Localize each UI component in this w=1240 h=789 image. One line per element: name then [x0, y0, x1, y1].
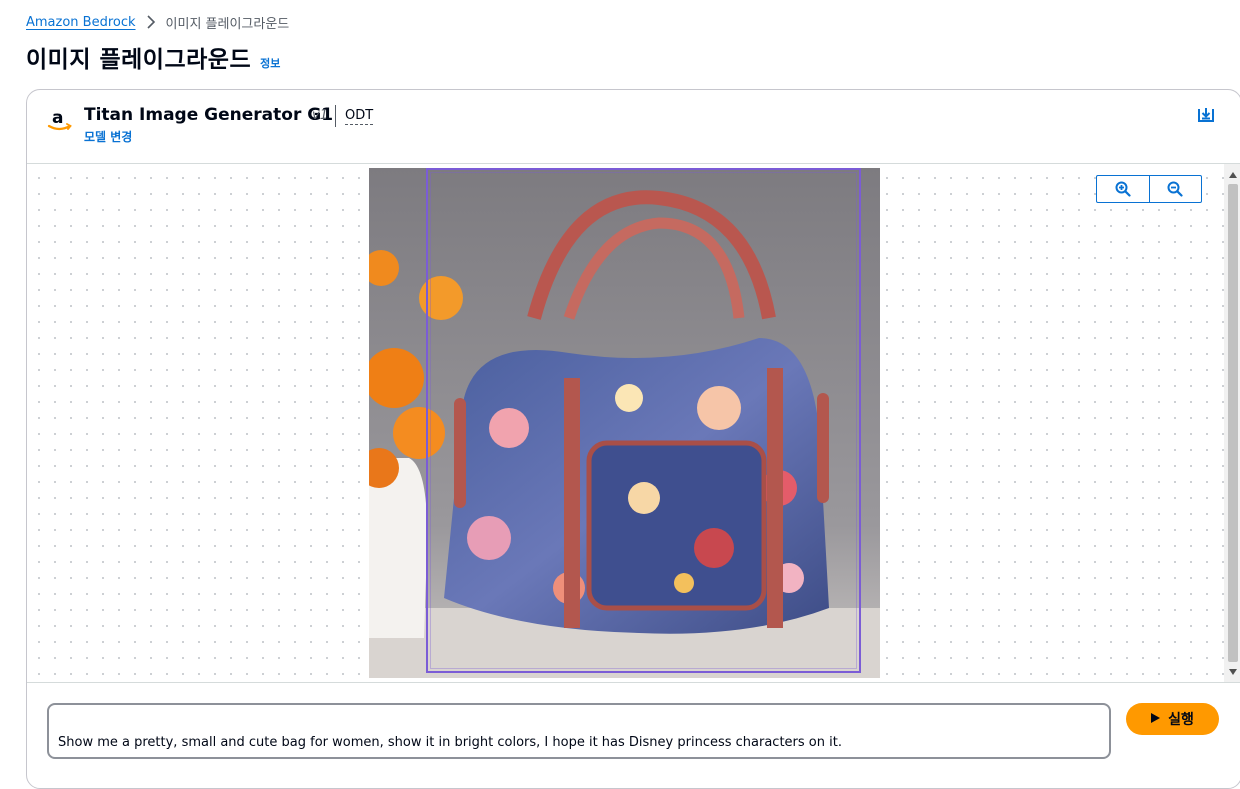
page-header: 이미지 플레이그라운드 정보 — [26, 40, 280, 74]
play-icon — [1151, 711, 1161, 727]
amazon-logo-icon: a — [46, 106, 74, 134]
canvas-scrollbar[interactable] — [1224, 164, 1240, 682]
scroll-up-arrow-icon[interactable] — [1224, 166, 1240, 183]
scroll-down-arrow-icon[interactable] — [1224, 663, 1240, 680]
prompt-input[interactable]: Show me a pretty, small and cute bag for… — [47, 703, 1111, 759]
model-name: Titan Image Generator G1 — [84, 105, 334, 125]
zoom-out-icon[interactable] — [1148, 176, 1201, 202]
divider — [335, 105, 336, 127]
svg-text:a: a — [52, 108, 63, 128]
model-throughput-tag[interactable]: ODT — [345, 108, 374, 125]
model-header: a Titan Image Generator G1 v1 ODT 모델 변경 — [27, 90, 1240, 164]
breadcrumb-current: 이미지 플레이그라운드 — [165, 16, 290, 32]
image-canvas[interactable] — [27, 164, 1224, 682]
playground-container: a Titan Image Generator G1 v1 ODT 모델 변경 — [26, 89, 1240, 789]
zoom-in-icon[interactable] — [1097, 176, 1149, 202]
page-title: 이미지 플레이그라운드 — [26, 47, 252, 73]
run-button[interactable]: 실행 — [1126, 703, 1219, 735]
chevron-right-icon — [140, 12, 162, 32]
prompt-bar: Show me a pretty, small and cute bag for… — [27, 682, 1240, 782]
download-icon[interactable] — [1197, 106, 1215, 124]
model-version: v1 — [312, 108, 328, 123]
breadcrumb: Amazon Bedrock 이미지 플레이그라운드 — [26, 12, 289, 32]
prompt-text: Show me a pretty, small and cute bag for… — [58, 735, 842, 750]
change-model-link[interactable]: 모델 변경 — [84, 128, 132, 145]
generated-image[interactable] — [369, 168, 880, 678]
breadcrumb-link-bedrock[interactable]: Amazon Bedrock — [26, 15, 136, 30]
scroll-thumb[interactable] — [1228, 184, 1238, 662]
zoom-controls — [1096, 175, 1202, 203]
run-button-label: 실행 — [1168, 712, 1194, 728]
info-link[interactable]: 정보 — [260, 55, 280, 71]
